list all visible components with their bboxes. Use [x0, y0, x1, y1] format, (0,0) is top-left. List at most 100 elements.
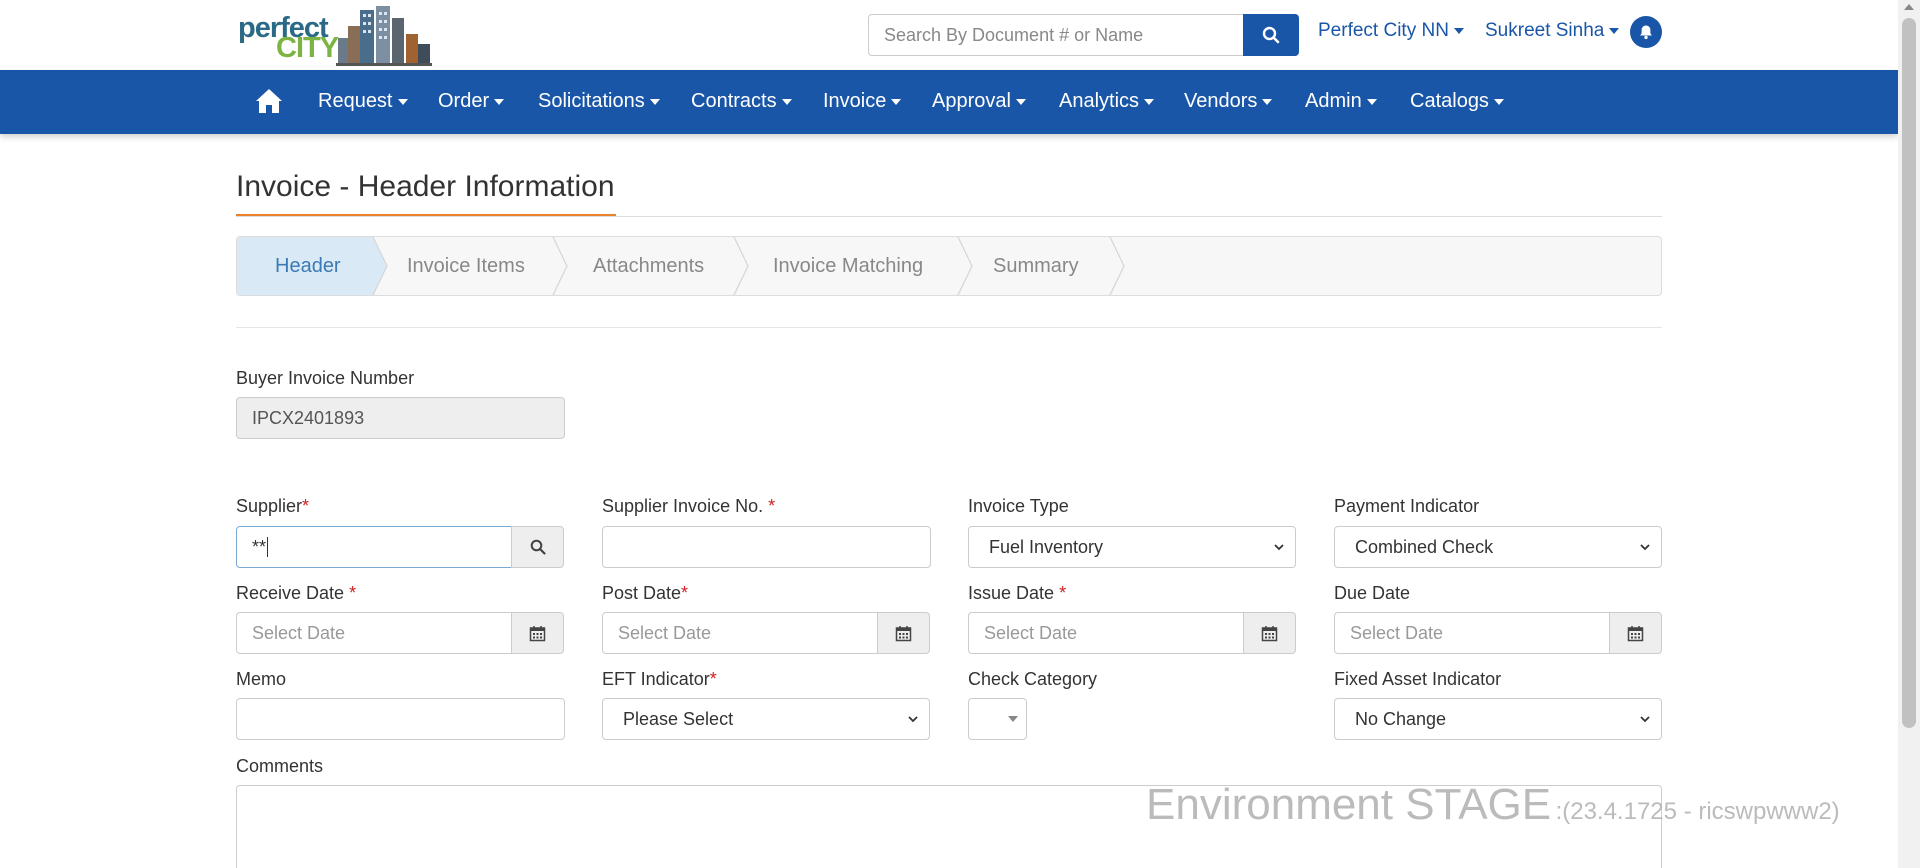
scroll-up-arrow-icon[interactable]	[1904, 4, 1914, 10]
caret-down-icon	[649, 98, 660, 105]
nav-item-label: Approval	[932, 90, 1011, 112]
nav-item-label: Solicitations	[538, 90, 645, 112]
step-summary[interactable]: Summary	[993, 255, 1079, 278]
post-date-label: Post Date*	[602, 583, 688, 604]
title-divider	[236, 216, 1662, 217]
search-button[interactable]	[1243, 14, 1299, 56]
nav-item-admin[interactable]: Admin	[1305, 90, 1377, 113]
page-title: Invoice - Header Information	[236, 170, 615, 203]
payment-indicator-select[interactable]: Combined Check	[1334, 526, 1662, 568]
post-date-picker-button[interactable]	[877, 612, 930, 654]
date-placeholder: Select Date	[252, 622, 346, 643]
scrollbar-thumb[interactable]	[1902, 18, 1916, 728]
due-date-picker-button[interactable]	[1609, 612, 1662, 654]
due-date-input[interactable]: Select Date	[1334, 612, 1610, 654]
receive-date-input[interactable]: Select Date	[236, 612, 512, 654]
issue-date-label: Issue Date *	[968, 583, 1066, 604]
receive-date-label: Receive Date *	[236, 583, 356, 604]
step-attachments[interactable]: Attachments	[593, 255, 704, 278]
eft-indicator-value: Please Select	[623, 708, 734, 729]
supplier-invoice-no-label: Supplier Invoice No. *	[602, 496, 775, 517]
post-date-label-text: Post Date	[602, 583, 682, 603]
caret-down-icon	[1262, 98, 1273, 105]
buyer-invoice-number-value: IPCX2401893	[252, 407, 365, 428]
fixed-asset-indicator-select[interactable]: No Change	[1334, 698, 1662, 740]
memo-label: Memo	[236, 669, 287, 689]
logo-word-city: CITY	[276, 32, 339, 64]
nav-item-invoice[interactable]: Invoice	[823, 90, 902, 113]
user-menu[interactable]: Sukreet Sinha	[1485, 20, 1620, 42]
search-input[interactable]	[868, 14, 1244, 56]
nav-item-label: Admin	[1305, 90, 1362, 112]
organization-menu-label: Perfect City NN	[1318, 20, 1449, 41]
nav-item-request[interactable]: Request	[318, 90, 408, 113]
due-date-label: Due Date	[1334, 583, 1411, 603]
memo-input[interactable]	[236, 698, 565, 740]
nav-item-solicitations[interactable]: Solicitations	[538, 90, 660, 113]
city-skyline-icon	[336, 6, 432, 66]
invoice-type-value: Fuel Inventory	[989, 536, 1104, 557]
notifications-button[interactable]	[1630, 16, 1662, 48]
required-marker: *	[768, 496, 776, 516]
environment-watermark: Environment STAGE :(23.4.1725 - ricswpww…	[1146, 780, 1840, 830]
step-invoice-matching[interactable]: Invoice Matching	[773, 255, 923, 278]
organization-menu[interactable]: Perfect City NN	[1318, 20, 1464, 42]
caret-down-icon	[1015, 98, 1026, 105]
supplier-input[interactable]: **	[236, 526, 512, 568]
nav-item-label: Analytics	[1059, 90, 1140, 112]
environment-label: Environment STAGE	[1146, 780, 1552, 829]
caret-down-icon	[1008, 716, 1018, 722]
invoice-type-select[interactable]: Fuel Inventory	[968, 526, 1296, 568]
nav-item-label: Order	[438, 90, 490, 112]
caret-down-icon	[781, 98, 792, 105]
required-marker: *	[302, 496, 310, 516]
date-placeholder: Select Date	[618, 622, 712, 643]
nav-item-analytics[interactable]: Analytics	[1059, 90, 1155, 113]
check-category-select[interactable]	[968, 698, 1027, 740]
nav-item-label: Vendors	[1184, 90, 1258, 112]
caret-down-icon	[397, 98, 408, 105]
caret-down-icon	[1366, 98, 1377, 105]
title-accent-underline	[236, 214, 616, 216]
nav-item-vendors[interactable]: Vendors	[1184, 90, 1273, 113]
supplier-search-button[interactable]	[511, 526, 564, 568]
fixed-asset-indicator-label: Fixed Asset Indicator	[1334, 669, 1502, 689]
supplier-label: Supplier*	[236, 496, 309, 517]
chevron-down-icon	[1640, 716, 1650, 723]
caret-down-icon	[1453, 27, 1464, 34]
invoice-type-label: Invoice Type	[968, 496, 1069, 516]
supplier-invoice-no-label-text: Supplier Invoice No.	[602, 496, 764, 516]
nav-item-approval[interactable]: Approval	[932, 90, 1026, 113]
supplier-input-value: **	[252, 536, 267, 557]
date-placeholder: Select Date	[984, 622, 1078, 643]
home-button[interactable]	[254, 86, 284, 116]
eft-indicator-label: EFT Indicator*	[602, 669, 717, 690]
home-icon	[256, 89, 282, 113]
issue-date-input[interactable]: Select Date	[968, 612, 1244, 654]
page-scrollbar[interactable]	[1898, 0, 1920, 868]
perfect-city-logo[interactable]: perfect CITY	[236, 4, 434, 68]
supplier-invoice-no-input[interactable]	[602, 526, 931, 568]
buyer-invoice-number-label: Buyer Invoice Number	[236, 368, 415, 388]
eft-indicator-select[interactable]: Please Select	[602, 698, 930, 740]
eft-indicator-label-text: EFT Indicator	[602, 669, 710, 689]
nav-item-contracts[interactable]: Contracts	[691, 90, 792, 113]
issue-date-picker-button[interactable]	[1243, 612, 1296, 654]
required-marker: *	[681, 583, 689, 603]
receive-date-picker-button[interactable]	[511, 612, 564, 654]
step-invoice-items[interactable]: Invoice Items	[407, 255, 525, 278]
required-marker: *	[709, 669, 717, 689]
calendar-icon	[1261, 625, 1278, 641]
buyer-invoice-number-field: IPCX2401893	[236, 397, 565, 439]
calendar-icon	[1627, 625, 1644, 641]
nav-item-catalogs[interactable]: Catalogs	[1410, 90, 1504, 113]
chevron-down-icon	[1640, 544, 1650, 551]
nav-item-label: Catalogs	[1410, 90, 1489, 112]
date-placeholder: Select Date	[1350, 622, 1444, 643]
fixed-asset-indicator-value: No Change	[1355, 708, 1447, 729]
post-date-input[interactable]: Select Date	[602, 612, 878, 654]
user-menu-label: Sukreet Sinha	[1485, 20, 1605, 41]
nav-item-order[interactable]: Order	[438, 90, 505, 113]
chevron-down-icon	[1274, 544, 1284, 551]
step-header[interactable]: Header	[275, 255, 341, 278]
